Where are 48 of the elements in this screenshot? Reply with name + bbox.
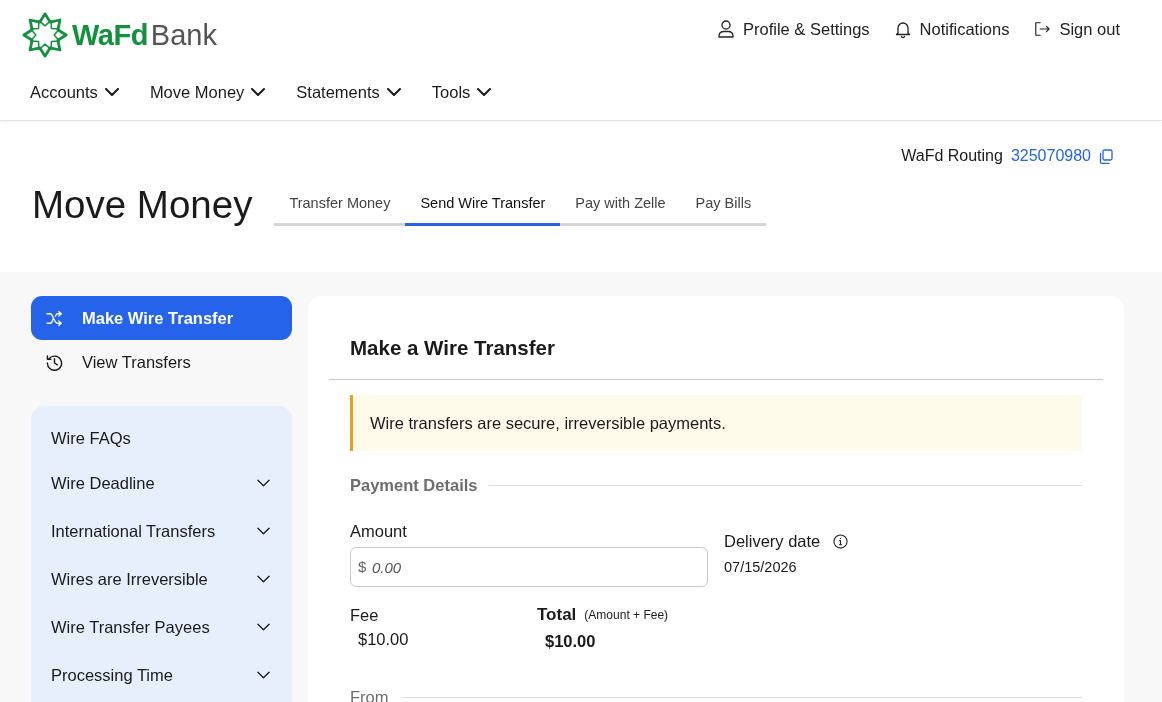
- nav-menu[interactable]: Move Money: [149, 80, 266, 104]
- info-icon[interactable]: [833, 533, 849, 549]
- form-title: Make a Wire Transfer: [350, 336, 556, 360]
- tab[interactable]: Pay Bills: [680, 184, 767, 226]
- nav-menu[interactable]: Tools: [431, 80, 492, 104]
- sign-out-icon: [1034, 20, 1051, 38]
- history-icon: [46, 353, 63, 371]
- field-label: Total: [537, 604, 577, 626]
- shuffle-icon: [46, 309, 63, 327]
- person-icon: [718, 20, 734, 38]
- chevron-icon: [104, 88, 119, 96]
- bell-icon: [894, 20, 911, 38]
- nav-menu[interactable]: Statements: [296, 80, 401, 104]
- sidebar-item[interactable]: View Transfers: [31, 340, 292, 384]
- brand-name: WaFd: [72, 18, 148, 52]
- total-value: $10.00: [544, 631, 597, 652]
- chevron-icon: [251, 88, 266, 96]
- delivery-date-value: 07/15/2026: [724, 558, 798, 577]
- brand-suffix: Bank: [150, 18, 217, 52]
- header-link[interactable]: Profile & Settings: [718, 17, 870, 41]
- chevron-icon: [386, 88, 401, 96]
- fee-value: $10.00: [357, 629, 410, 650]
- faq-heading: Wire FAQs: [51, 428, 132, 449]
- currency-prefix: $: [358, 557, 367, 577]
- faq-item[interactable]: Wires are Irreversible: [51, 555, 270, 603]
- tab[interactable]: Transfer Money: [274, 184, 406, 226]
- section-heading: Payment Details: [350, 475, 478, 496]
- faq-item[interactable]: Wire Transfer Payees: [51, 603, 270, 651]
- nav-menu[interactable]: Accounts: [30, 80, 119, 104]
- routing-number-link[interactable]: 325070980: [1010, 144, 1091, 168]
- header-link[interactable]: Notifications: [894, 17, 1010, 41]
- field-label: Delivery date: [724, 531, 821, 552]
- copy-icon[interactable]: [1099, 148, 1113, 164]
- tab[interactable]: Pay with Zelle: [560, 184, 681, 226]
- header-link[interactable]: Sign out: [1034, 17, 1120, 41]
- sidebar-item[interactable]: Make Wire Transfer: [31, 296, 292, 340]
- faq-item[interactable]: Wire Deadline: [51, 459, 270, 507]
- faq-item[interactable]: Processing Time: [51, 651, 270, 699]
- faq-item[interactable]: International Transfers: [51, 507, 270, 555]
- routing-label: WaFd Routing: [901, 146, 1003, 166]
- field-label: Amount: [350, 521, 408, 542]
- notice-banner: Wire transfers are secure, irreversible payments.: [350, 395, 1082, 451]
- total-note: (Amount + Fee): [584, 607, 669, 624]
- tab[interactable]: Send Wire Transfer: [405, 184, 561, 226]
- field-label: Fee: [350, 605, 380, 626]
- page-title: Move Money: [32, 182, 253, 228]
- logo-icon: [22, 12, 68, 58]
- chevron-icon: [477, 88, 492, 96]
